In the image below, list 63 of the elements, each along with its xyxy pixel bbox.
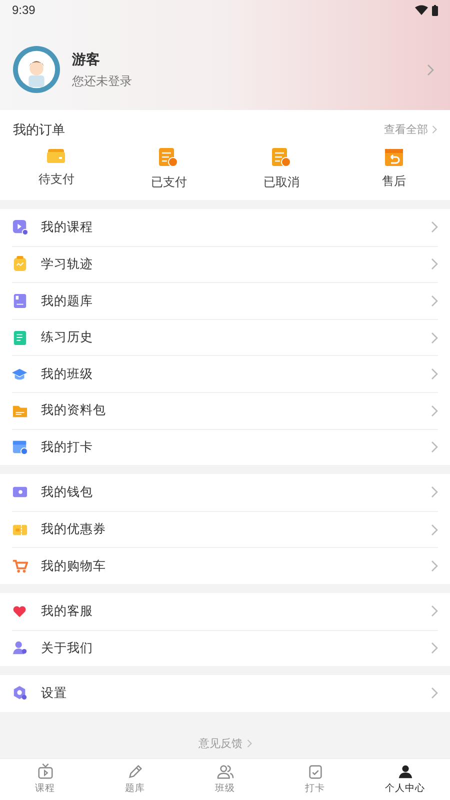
chevron-right-icon xyxy=(431,404,438,417)
chevron-right-icon xyxy=(431,687,438,700)
menu-item[interactable]: 关于我们 xyxy=(12,630,438,666)
heart-icon xyxy=(12,603,28,620)
profile-name: 游客 xyxy=(72,50,101,68)
menu-item[interactable]: 我的课程 xyxy=(12,209,438,246)
wallet-card-icon xyxy=(47,148,66,164)
chevron-right-icon xyxy=(432,125,437,134)
chevron-right-icon xyxy=(427,64,434,76)
cart-icon xyxy=(12,558,28,574)
chevron-right-icon xyxy=(246,739,252,748)
order-status-button[interactable]: 售后 xyxy=(338,148,450,190)
order-status-button[interactable]: 待支付 xyxy=(0,148,112,190)
orders-title: 我的订单 xyxy=(13,121,65,139)
battery-icon xyxy=(432,4,438,16)
pencil-icon xyxy=(126,763,144,780)
chevron-right-icon xyxy=(431,332,438,344)
chevron-right-icon xyxy=(431,605,438,618)
menu-item[interactable]: 我的班级 xyxy=(12,355,438,392)
people-icon xyxy=(216,763,234,780)
graduation-cap-icon xyxy=(12,366,28,382)
chevron-right-icon xyxy=(431,294,438,307)
chevron-right-icon xyxy=(431,524,438,536)
order-status-button[interactable]: 已支付 xyxy=(112,148,225,190)
menu-item[interactable]: 我的购物车 xyxy=(12,547,438,584)
chevron-right-icon xyxy=(431,486,438,498)
menu-item[interactable]: 我的资料包 xyxy=(12,392,438,429)
tab[interactable]: 班级 xyxy=(180,759,270,800)
document-icon xyxy=(159,148,178,166)
menu-item[interactable]: 我的客服 xyxy=(12,592,438,630)
chevron-right-icon xyxy=(431,560,438,572)
tab[interactable]: 打卡 xyxy=(270,759,360,800)
menu-item[interactable]: 我的打卡 xyxy=(12,428,438,466)
people-icon xyxy=(12,640,28,656)
menu-item[interactable]: 我的钱包 xyxy=(12,474,438,511)
book-icon xyxy=(12,292,28,309)
chevron-right-icon xyxy=(431,642,438,654)
chevron-right-icon xyxy=(431,368,438,380)
menu-item[interactable]: 练习历史 xyxy=(12,318,438,356)
menu-item[interactable]: 我的优惠券 xyxy=(12,510,438,548)
tab[interactable]: 个人中心 xyxy=(360,759,450,800)
avatar-icon xyxy=(13,46,60,93)
document-icon xyxy=(272,148,291,166)
menu-item[interactable]: 学习轨迹 xyxy=(12,246,438,282)
gear-icon xyxy=(12,685,28,702)
checklist-icon xyxy=(306,763,324,780)
wifi-icon xyxy=(415,5,428,15)
clipboard-icon xyxy=(12,256,28,272)
login-hint: 您还未登录 xyxy=(72,72,132,90)
status-time: 9:39 xyxy=(12,2,36,19)
tv-icon xyxy=(36,763,54,780)
menu-item[interactable]: 我的题库 xyxy=(12,282,438,319)
return-box-icon xyxy=(384,148,403,166)
person-icon xyxy=(396,763,414,780)
list-icon xyxy=(12,330,28,346)
chevron-right-icon xyxy=(431,441,438,454)
calendar-icon xyxy=(12,439,28,456)
chevron-right-icon xyxy=(431,258,438,270)
tab[interactable]: 题库 xyxy=(90,759,180,800)
video-icon xyxy=(12,219,28,236)
order-status-button[interactable]: 已取消 xyxy=(225,148,338,190)
tab[interactable]: 课程 xyxy=(0,759,90,800)
chevron-right-icon xyxy=(431,221,438,234)
